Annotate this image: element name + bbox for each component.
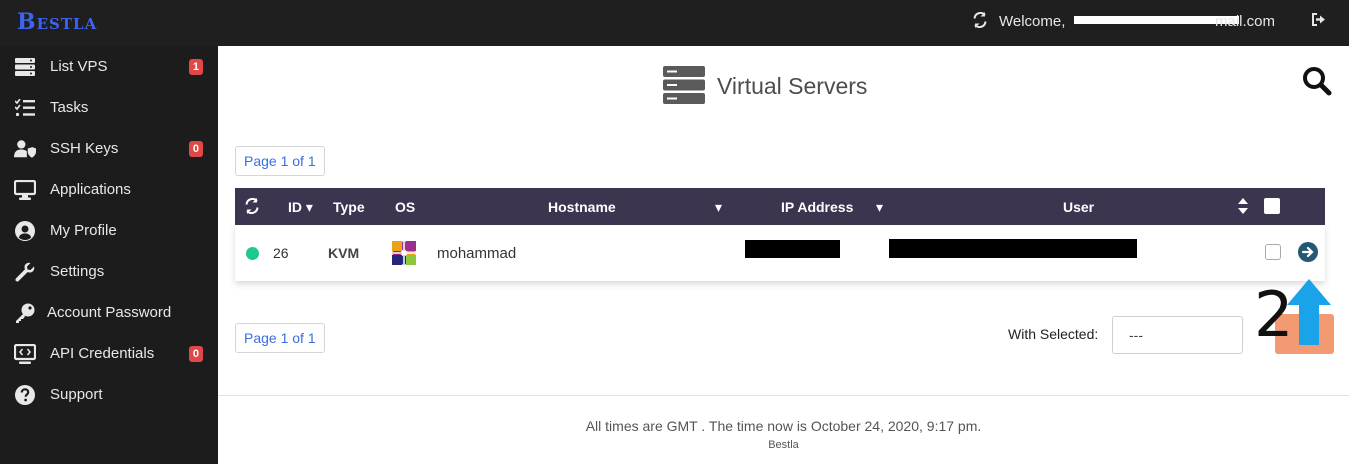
task-list-icon	[14, 97, 36, 119]
sidebar-item-label: Applications	[50, 181, 131, 198]
sidebar-item-account-password[interactable]: Account Password	[0, 292, 218, 333]
count-badge: 1	[188, 58, 203, 75]
sidebar-item-applications[interactable]: Applications	[0, 169, 218, 210]
sort-down-icon: ▾	[302, 199, 313, 215]
sort-updown-icon[interactable]	[1238, 197, 1248, 218]
sort-down-icon[interactable]: ▾	[876, 199, 883, 216]
sidebar-item-support[interactable]: Support	[0, 374, 218, 415]
table-row[interactable]: 26 KVM mohammad	[235, 225, 1325, 281]
footer-brand: Bestla	[768, 439, 799, 451]
count-badge: 0	[188, 345, 203, 362]
refresh-icon[interactable]	[972, 12, 988, 33]
logout-icon[interactable]	[1311, 12, 1326, 32]
table-header: ID ▾ Type OS Hostname ▾ IP Address ▾ Use…	[235, 188, 1325, 225]
key-icon	[14, 302, 36, 324]
column-header-hostname[interactable]: Hostname	[548, 199, 616, 215]
select-value: ---	[1129, 327, 1143, 343]
server-hostname: mohammad	[437, 245, 517, 262]
sidebar-item-list-vps[interactable]: List VPS 1	[0, 46, 218, 87]
code-monitor-icon	[14, 343, 36, 365]
column-header-type[interactable]: Type	[333, 199, 365, 215]
sort-down-icon[interactable]: ▾	[715, 199, 722, 216]
desktop-icon	[14, 179, 36, 201]
sidebar-item-my-profile[interactable]: My Profile	[0, 210, 218, 251]
pager-top[interactable]: Page 1 of 1	[235, 146, 325, 176]
status-indicator	[246, 247, 259, 260]
sidebar-item-label: SSH Keys	[50, 140, 119, 157]
wrench-icon	[14, 261, 36, 283]
page-title: Virtual Servers	[717, 73, 868, 99]
column-header-os[interactable]: OS	[395, 199, 415, 215]
server-stack-icon	[663, 66, 705, 109]
server-type: KVM	[328, 245, 360, 261]
pager-bottom[interactable]: Page 1 of 1	[235, 323, 325, 353]
arrow-right-circle-icon[interactable]	[1298, 242, 1318, 262]
sidebar-item-api-credentials[interactable]: API Credentials 0	[0, 333, 218, 374]
sidebar-item-label: Settings	[50, 263, 105, 280]
count-badge: 0	[188, 140, 203, 157]
redacted-ip	[745, 240, 840, 258]
user-circle-icon	[14, 220, 36, 242]
sidebar-item-ssh-keys[interactable]: SSH Keys 0	[0, 128, 218, 169]
row-checkbox[interactable]	[1265, 244, 1281, 260]
column-header-ip-address[interactable]: IP Address	[781, 199, 853, 215]
sidebar-item-label: Tasks	[50, 99, 89, 116]
up-arrow-icon	[1287, 279, 1331, 350]
sidebar-item-label: List VPS	[50, 58, 108, 75]
divider	[218, 395, 1349, 396]
sidebar-item-label: Account Password	[47, 304, 172, 321]
footer-time: All times are GMT . The time now is Octo…	[585, 418, 982, 434]
centos-logo-icon	[386, 235, 422, 274]
user-shield-icon	[14, 138, 36, 160]
sidebar: List VPS 1 Tasks SSH Keys 0 Applications…	[0, 46, 218, 464]
select-all-checkbox[interactable]	[1264, 198, 1280, 214]
sidebar-item-label: My Profile	[50, 222, 117, 239]
redacted-user	[889, 239, 1137, 258]
sidebar-item-settings[interactable]: Settings	[0, 251, 218, 292]
column-header-id[interactable]: ID ▾	[288, 199, 313, 216]
with-selected-label: With Selected:	[1008, 326, 1099, 342]
brand-logo[interactable]: Bestla	[17, 9, 97, 35]
search-icon[interactable]	[1302, 66, 1332, 101]
sidebar-item-tasks[interactable]: Tasks	[0, 87, 218, 128]
server-id: 26	[273, 245, 289, 261]
main-content: Virtual Servers Page 1 of 1 ID ▾ Type OS…	[218, 46, 1349, 464]
refresh-icon[interactable]	[244, 198, 260, 217]
email-tail: mail.com	[1215, 13, 1276, 30]
server-stack-icon	[14, 56, 36, 78]
sidebar-item-label: Support	[50, 386, 103, 403]
top-bar: Bestla Welcome, mail.com	[0, 0, 1349, 46]
question-circle-icon	[14, 384, 36, 406]
welcome-label: Welcome,	[999, 13, 1066, 30]
column-header-user[interactable]: User	[1063, 199, 1094, 215]
sidebar-item-label: API Credentials	[50, 345, 155, 362]
bulk-action-select[interactable]: ---	[1112, 316, 1243, 354]
